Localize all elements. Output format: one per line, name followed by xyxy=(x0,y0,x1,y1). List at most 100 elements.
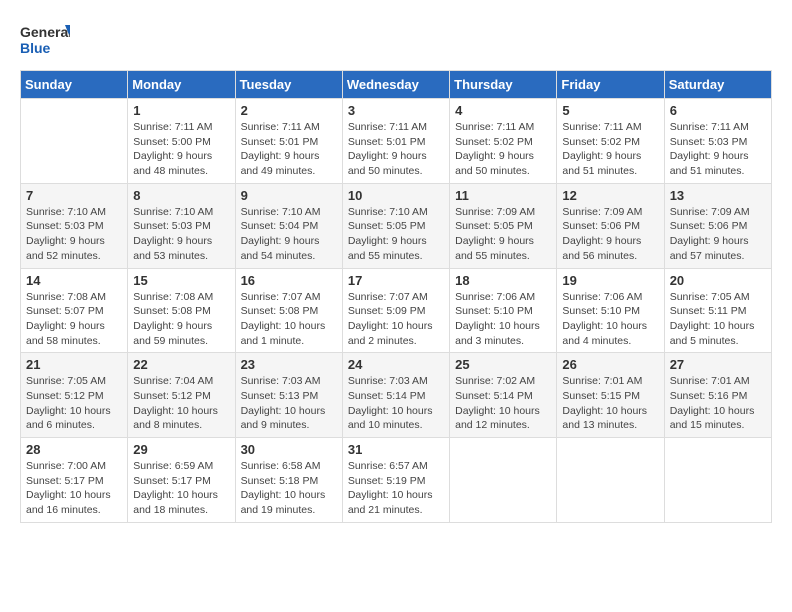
day-number: 5 xyxy=(562,103,658,118)
calendar-cell: 16 Sunrise: 7:07 AMSunset: 5:08 PMDayligh… xyxy=(235,268,342,353)
calendar-week-row: 28 Sunrise: 7:00 AMSunset: 5:17 PMDayligh… xyxy=(21,438,772,523)
day-info: Sunrise: 7:11 AMSunset: 5:00 PMDaylight:… xyxy=(133,120,229,179)
day-number: 19 xyxy=(562,273,658,288)
day-info: Sunrise: 7:06 AMSunset: 5:10 PMDaylight:… xyxy=(455,290,551,349)
day-number: 7 xyxy=(26,188,122,203)
day-info: Sunrise: 7:11 AMSunset: 5:01 PMDaylight:… xyxy=(241,120,337,179)
svg-text:General: General xyxy=(20,24,70,40)
day-info: Sunrise: 7:05 AMSunset: 5:11 PMDaylight:… xyxy=(670,290,766,349)
calendar-cell: 7 Sunrise: 7:10 AMSunset: 5:03 PMDaylight… xyxy=(21,183,128,268)
calendar-cell: 29 Sunrise: 6:59 AMSunset: 5:17 PMDayligh… xyxy=(128,438,235,523)
day-info: Sunrise: 6:59 AMSunset: 5:17 PMDaylight:… xyxy=(133,459,229,518)
calendar-cell: 2 Sunrise: 7:11 AMSunset: 5:01 PMDaylight… xyxy=(235,99,342,184)
day-info: Sunrise: 7:09 AMSunset: 5:06 PMDaylight:… xyxy=(562,205,658,264)
day-info: Sunrise: 7:11 AMSunset: 5:03 PMDaylight:… xyxy=(670,120,766,179)
day-number: 29 xyxy=(133,442,229,457)
day-number: 4 xyxy=(455,103,551,118)
day-number: 27 xyxy=(670,357,766,372)
day-number: 28 xyxy=(26,442,122,457)
calendar-week-row: 7 Sunrise: 7:10 AMSunset: 5:03 PMDaylight… xyxy=(21,183,772,268)
day-info: Sunrise: 7:07 AMSunset: 5:08 PMDaylight:… xyxy=(241,290,337,349)
calendar-cell: 17 Sunrise: 7:07 AMSunset: 5:09 PMDayligh… xyxy=(342,268,449,353)
day-info: Sunrise: 7:08 AMSunset: 5:08 PMDaylight:… xyxy=(133,290,229,349)
day-info: Sunrise: 7:05 AMSunset: 5:12 PMDaylight:… xyxy=(26,374,122,433)
logo: General Blue xyxy=(20,20,70,60)
day-number: 24 xyxy=(348,357,444,372)
calendar-cell: 8 Sunrise: 7:10 AMSunset: 5:03 PMDaylight… xyxy=(128,183,235,268)
day-number: 2 xyxy=(241,103,337,118)
day-info: Sunrise: 7:11 AMSunset: 5:02 PMDaylight:… xyxy=(562,120,658,179)
calendar-cell xyxy=(664,438,771,523)
calendar-cell xyxy=(450,438,557,523)
day-number: 25 xyxy=(455,357,551,372)
day-number: 31 xyxy=(348,442,444,457)
day-info: Sunrise: 7:07 AMSunset: 5:09 PMDaylight:… xyxy=(348,290,444,349)
calendar-cell: 13 Sunrise: 7:09 AMSunset: 5:06 PMDayligh… xyxy=(664,183,771,268)
day-number: 14 xyxy=(26,273,122,288)
day-info: Sunrise: 7:10 AMSunset: 5:04 PMDaylight:… xyxy=(241,205,337,264)
header: General Blue xyxy=(20,20,772,60)
day-number: 3 xyxy=(348,103,444,118)
calendar-header-row: SundayMondayTuesdayWednesdayThursdayFrid… xyxy=(21,71,772,99)
calendar-table: SundayMondayTuesdayWednesdayThursdayFrid… xyxy=(20,70,772,523)
calendar-cell: 11 Sunrise: 7:09 AMSunset: 5:05 PMDayligh… xyxy=(450,183,557,268)
day-info: Sunrise: 6:57 AMSunset: 5:19 PMDaylight:… xyxy=(348,459,444,518)
calendar-cell: 22Sunrise: 7:04 AMSunset: 5:12 PMDayligh… xyxy=(128,353,235,438)
day-info: Sunrise: 6:58 AMSunset: 5:18 PMDaylight:… xyxy=(241,459,337,518)
calendar-cell xyxy=(557,438,664,523)
calendar-week-row: 14 Sunrise: 7:08 AMSunset: 5:07 PMDayligh… xyxy=(21,268,772,353)
calendar-cell: 15Sunrise: 7:08 AMSunset: 5:08 PMDayligh… xyxy=(128,268,235,353)
day-number: 17 xyxy=(348,273,444,288)
day-info: Sunrise: 7:11 AMSunset: 5:01 PMDaylight:… xyxy=(348,120,444,179)
day-info: Sunrise: 7:03 AMSunset: 5:13 PMDaylight:… xyxy=(241,374,337,433)
calendar-cell: 12 Sunrise: 7:09 AMSunset: 5:06 PMDayligh… xyxy=(557,183,664,268)
calendar-cell xyxy=(21,99,128,184)
day-number: 20 xyxy=(670,273,766,288)
day-info: Sunrise: 7:10 AMSunset: 5:03 PMDaylight:… xyxy=(133,205,229,264)
calendar-cell: 21Sunrise: 7:05 AMSunset: 5:12 PMDayligh… xyxy=(21,353,128,438)
calendar-week-row: 21Sunrise: 7:05 AMSunset: 5:12 PMDayligh… xyxy=(21,353,772,438)
calendar-cell: 5 Sunrise: 7:11 AMSunset: 5:02 PMDaylight… xyxy=(557,99,664,184)
calendar-cell: 6Sunrise: 7:11 AMSunset: 5:03 PMDaylight… xyxy=(664,99,771,184)
day-info: Sunrise: 7:02 AMSunset: 5:14 PMDaylight:… xyxy=(455,374,551,433)
day-number: 23 xyxy=(241,357,337,372)
day-info: Sunrise: 7:00 AMSunset: 5:17 PMDaylight:… xyxy=(26,459,122,518)
day-info: Sunrise: 7:01 AMSunset: 5:16 PMDaylight:… xyxy=(670,374,766,433)
day-info: Sunrise: 7:08 AMSunset: 5:07 PMDaylight:… xyxy=(26,290,122,349)
day-number: 26 xyxy=(562,357,658,372)
calendar-cell: 3 Sunrise: 7:11 AMSunset: 5:01 PMDaylight… xyxy=(342,99,449,184)
day-info: Sunrise: 7:03 AMSunset: 5:14 PMDaylight:… xyxy=(348,374,444,433)
day-number: 8 xyxy=(133,188,229,203)
calendar-cell: 31 Sunrise: 6:57 AMSunset: 5:19 PMDayligh… xyxy=(342,438,449,523)
day-number: 30 xyxy=(241,442,337,457)
day-info: Sunrise: 7:06 AMSunset: 5:10 PMDaylight:… xyxy=(562,290,658,349)
calendar-cell: 26Sunrise: 7:01 AMSunset: 5:15 PMDayligh… xyxy=(557,353,664,438)
day-number: 11 xyxy=(455,188,551,203)
calendar-cell: 10Sunrise: 7:10 AMSunset: 5:05 PMDayligh… xyxy=(342,183,449,268)
day-info: Sunrise: 7:11 AMSunset: 5:02 PMDaylight:… xyxy=(455,120,551,179)
calendar-cell: 30 Sunrise: 6:58 AMSunset: 5:18 PMDayligh… xyxy=(235,438,342,523)
calendar-cell: 19 Sunrise: 7:06 AMSunset: 5:10 PMDayligh… xyxy=(557,268,664,353)
day-info: Sunrise: 7:09 AMSunset: 5:06 PMDaylight:… xyxy=(670,205,766,264)
calendar-cell: 20 Sunrise: 7:05 AMSunset: 5:11 PMDayligh… xyxy=(664,268,771,353)
day-number: 18 xyxy=(455,273,551,288)
day-number: 12 xyxy=(562,188,658,203)
calendar-header-tuesday: Tuesday xyxy=(235,71,342,99)
day-info: Sunrise: 7:10 AMSunset: 5:03 PMDaylight:… xyxy=(26,205,122,264)
svg-text:Blue: Blue xyxy=(20,40,51,56)
day-number: 13 xyxy=(670,188,766,203)
day-number: 9 xyxy=(241,188,337,203)
calendar-cell: 14 Sunrise: 7:08 AMSunset: 5:07 PMDayligh… xyxy=(21,268,128,353)
day-number: 16 xyxy=(241,273,337,288)
calendar-header-saturday: Saturday xyxy=(664,71,771,99)
calendar-header-sunday: Sunday xyxy=(21,71,128,99)
calendar-cell: 27 Sunrise: 7:01 AMSunset: 5:16 PMDayligh… xyxy=(664,353,771,438)
calendar-cell: 28 Sunrise: 7:00 AMSunset: 5:17 PMDayligh… xyxy=(21,438,128,523)
calendar-header-thursday: Thursday xyxy=(450,71,557,99)
day-number: 1 xyxy=(133,103,229,118)
calendar-cell: 23 Sunrise: 7:03 AMSunset: 5:13 PMDayligh… xyxy=(235,353,342,438)
day-info: Sunrise: 7:09 AMSunset: 5:05 PMDaylight:… xyxy=(455,205,551,264)
calendar-cell: 18 Sunrise: 7:06 AMSunset: 5:10 PMDayligh… xyxy=(450,268,557,353)
calendar-header-friday: Friday xyxy=(557,71,664,99)
calendar-cell: 1 Sunrise: 7:11 AMSunset: 5:00 PMDaylight… xyxy=(128,99,235,184)
